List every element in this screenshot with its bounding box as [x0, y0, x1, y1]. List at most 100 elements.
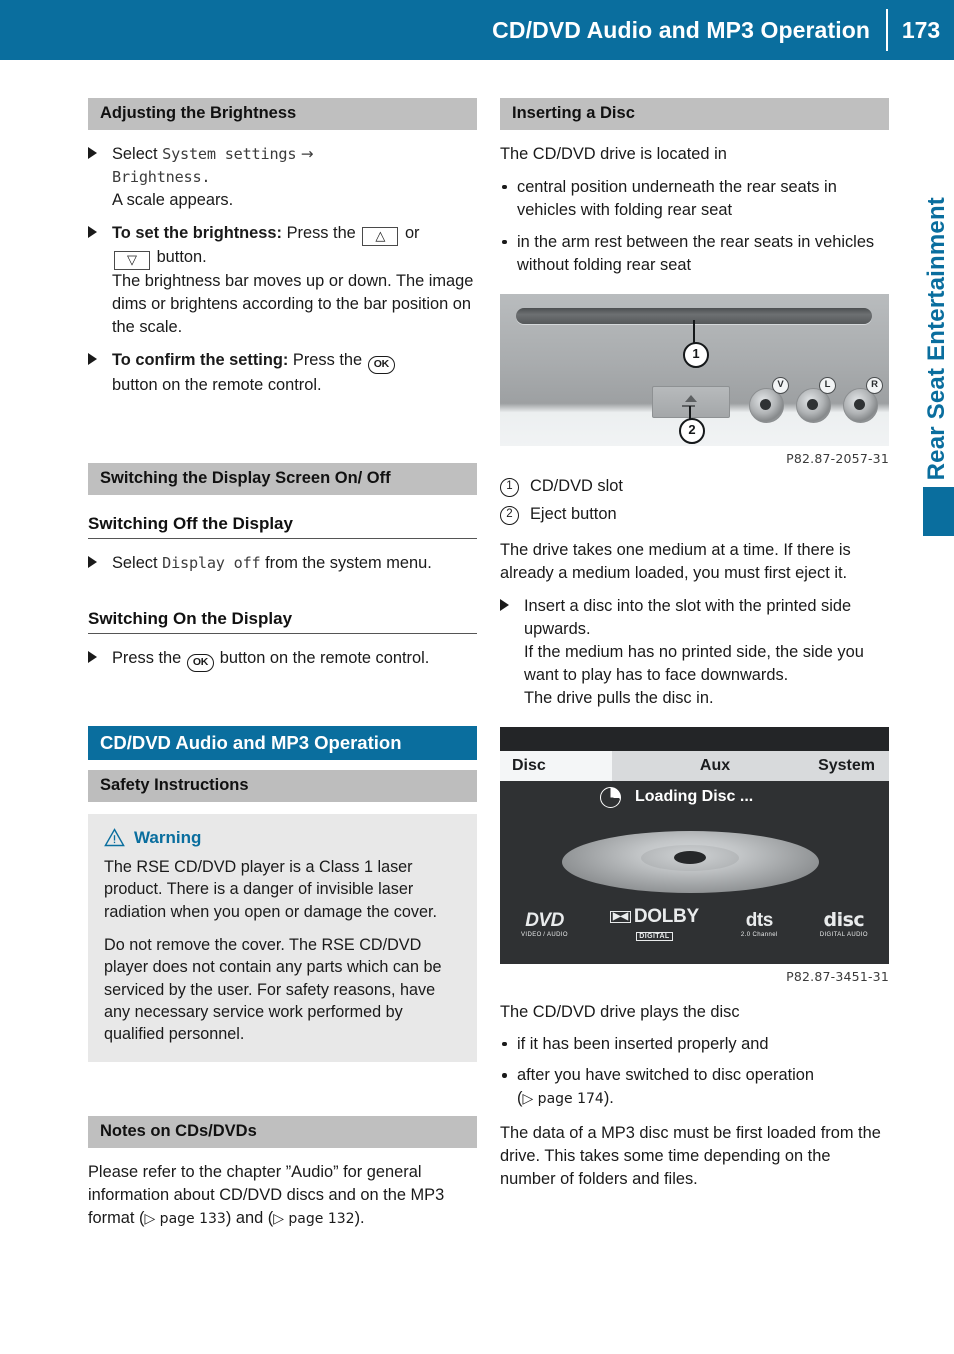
inserting-intro-paragraph: The CD/DVD drive is located in	[500, 144, 727, 163]
right-jack-label: R	[866, 376, 883, 394]
step-select-label: Select	[112, 553, 158, 572]
figure-loading-disc-screen: Disc Aux System Loading Disc ... DVD VID…	[500, 726, 889, 984]
step-press-ok-to-switch-on: Press the OK button on the remote contro…	[88, 647, 477, 672]
dts-logo-text: dts	[745, 909, 773, 931]
callout-2: 2	[679, 417, 705, 444]
dts-logo-subtext: 2.0 Channel	[740, 931, 778, 938]
figure-code-drive: P82.87-2057-31	[786, 450, 889, 466]
subsection-heading-safety-instructions: Safety Instructions	[88, 769, 477, 802]
warning-paragraph-1: The RSE CD/DVD player is a Class 1 laser…	[104, 857, 437, 921]
plays-disc-intro: The CD/DVD drive plays the disc	[500, 1002, 740, 1021]
cd-logo-text: disc	[823, 908, 865, 931]
step-press-label: Press the	[112, 648, 182, 667]
step-confirm-text-2: button on the remote control.	[112, 375, 322, 394]
list-item-label: in the arm rest between the rear seats i…	[517, 232, 875, 274]
step-set-brightness-result: The brightness bar moves up or down. The…	[112, 271, 474, 336]
rse-screen: Disc Aux System Loading Disc ... DVD VID…	[500, 726, 889, 964]
step-set-the-brightness: To set the brightness: Press the △ or ▽ …	[88, 222, 477, 339]
eject-button[interactable]	[652, 385, 730, 418]
dvd-logo-icon: DVD VIDEO / AUDIO	[521, 911, 568, 938]
left-column: Adjusting the Brightness Select System s…	[88, 98, 477, 1230]
screen-top-strip	[500, 726, 889, 751]
dolby-double-d-icon: ▶◀	[610, 910, 631, 923]
legend-number-2: 2	[500, 505, 519, 525]
page-reference-133[interactable]: ▷ page 133	[144, 1211, 225, 1227]
notes-text-3: ).	[354, 1208, 365, 1227]
menu-arrow-icon: →	[300, 144, 314, 163]
screen-tab-bar: Disc Aux System	[500, 750, 889, 781]
step-confirm-the-setting: To confirm the setting: Press the OK but…	[88, 349, 477, 397]
bullet-dot-icon	[502, 1041, 507, 1046]
warning-paragraph-2: Do not remove the cover. The RSE CD/DVD …	[104, 936, 442, 1044]
step-triangle-icon	[88, 146, 97, 159]
down-arrow-key-icon[interactable]: ▽	[114, 250, 150, 270]
step-select-system-settings: Select System settings → Brightness. A s…	[88, 143, 477, 212]
up-arrow-key-icon[interactable]: △	[362, 226, 399, 246]
subheading-switching-off-display: Switching Off the Display	[88, 514, 477, 539]
list-item: after you have switched to disc operatio…	[500, 1064, 889, 1110]
step-confirm-text: Press the	[292, 350, 363, 369]
step-set-brightness-bold: To set the brightness:	[112, 223, 282, 242]
step-triangle-icon	[88, 225, 97, 238]
step-or-label: or	[404, 223, 420, 242]
disc-center-hole	[674, 850, 706, 864]
dolby-logo-text: ▶◀ DOLBY	[610, 907, 699, 926]
page-header: CD/DVD Audio and MP3 Operation 173	[0, 0, 954, 60]
chapter-tab-marker	[923, 487, 954, 536]
step-triangle-icon	[500, 598, 509, 611]
notes-paragraph: Please refer to the chapter ”Audio” for …	[88, 1161, 477, 1230]
figure-code-loading: P82.87-3451-31	[786, 968, 889, 984]
list-item: central position underneath the rear sea…	[500, 176, 889, 222]
compact-disc-logo-icon: disc DIGITAL AUDIO	[819, 908, 868, 938]
step-triangle-icon	[88, 555, 97, 568]
bullet-dot-icon	[502, 184, 507, 190]
tab-disc[interactable]: Disc	[500, 750, 612, 781]
tab-system[interactable]: System	[818, 757, 889, 775]
loading-status-row: Loading Disc ...	[600, 786, 753, 808]
step-confirm-bold: To confirm the setting:	[112, 350, 289, 369]
figure-cd-dvd-drive: 1 2 V L R P82.87-2057-31	[500, 293, 889, 466]
step-press-suffix: button on the remote control.	[219, 648, 430, 667]
warning-label: Warning	[134, 827, 202, 847]
video-jack-label: V	[772, 376, 789, 394]
page-number: 173	[901, 16, 941, 43]
step-insert-a-disc: Insert a disc into the slot with the pri…	[500, 595, 889, 710]
legend-number-1: 1	[500, 477, 519, 497]
section-heading-inserting-a-disc: Inserting a Disc	[500, 98, 889, 130]
ok-button-icon[interactable]: OK	[186, 653, 215, 672]
step-result-scale-appears: A scale appears.	[112, 190, 234, 209]
notes-text-2: ) and (	[225, 1208, 274, 1227]
bullet-dot-icon	[502, 1073, 507, 1078]
legend-label-eject-button: Eject button	[530, 504, 617, 523]
warning-box: Warning The RSE CD/DVD player is a Class…	[88, 813, 477, 1062]
page-ref-suffix: ).	[603, 1089, 614, 1108]
menu-path-system-settings: System settings	[162, 144, 297, 163]
dvd-logo-subtext: VIDEO / AUDIO	[521, 931, 568, 938]
page-reference-174[interactable]: ▷ page 174	[522, 1091, 603, 1107]
step-set-brightness-text: Press the	[286, 223, 356, 242]
left-jack-label: L	[819, 376, 836, 394]
step-insert-line-3: The drive pulls the disc in.	[524, 688, 714, 707]
drive-faceplate-photo: 1 2 V L R	[500, 293, 889, 446]
list-item: 1 CD/DVD slot	[500, 475, 889, 498]
cd-logo-subtext: DIGITAL AUDIO	[819, 931, 868, 938]
list-item: in the arm rest between the rear seats i…	[500, 231, 889, 277]
menu-path-brightness: Brightness.	[112, 167, 211, 186]
tab-aux[interactable]: Aux	[612, 757, 818, 775]
chapter-side-tab-label: Rear Seat Entertainment	[923, 196, 950, 480]
page-reference-132[interactable]: ▷ page 132	[273, 1211, 354, 1227]
warning-triangle-icon	[104, 828, 125, 847]
chapter-side-tab: Rear Seat Entertainment	[920, 120, 954, 480]
list-item: 2 Eject button	[500, 503, 889, 526]
dvd-logo-text: DVD	[525, 909, 564, 931]
format-logo-row: DVD VIDEO / AUDIO ▶◀ DOLBY DIGITAL dts 2.…	[500, 907, 889, 942]
warning-header: Warning	[104, 828, 461, 848]
dts-logo-icon: dts 2.0 Channel	[741, 911, 778, 938]
subheading-switching-on-display: Switching On the Display	[88, 609, 477, 634]
list-item-label: central position underneath the rear sea…	[517, 177, 837, 219]
page-title: CD/DVD Audio and MP3 Operation	[492, 16, 870, 43]
eject-triangle-icon	[685, 394, 697, 402]
loading-spinner-icon	[600, 786, 621, 808]
list-item: if it has been inserted properly and	[500, 1033, 889, 1056]
ok-button-icon[interactable]: OK	[367, 355, 396, 374]
